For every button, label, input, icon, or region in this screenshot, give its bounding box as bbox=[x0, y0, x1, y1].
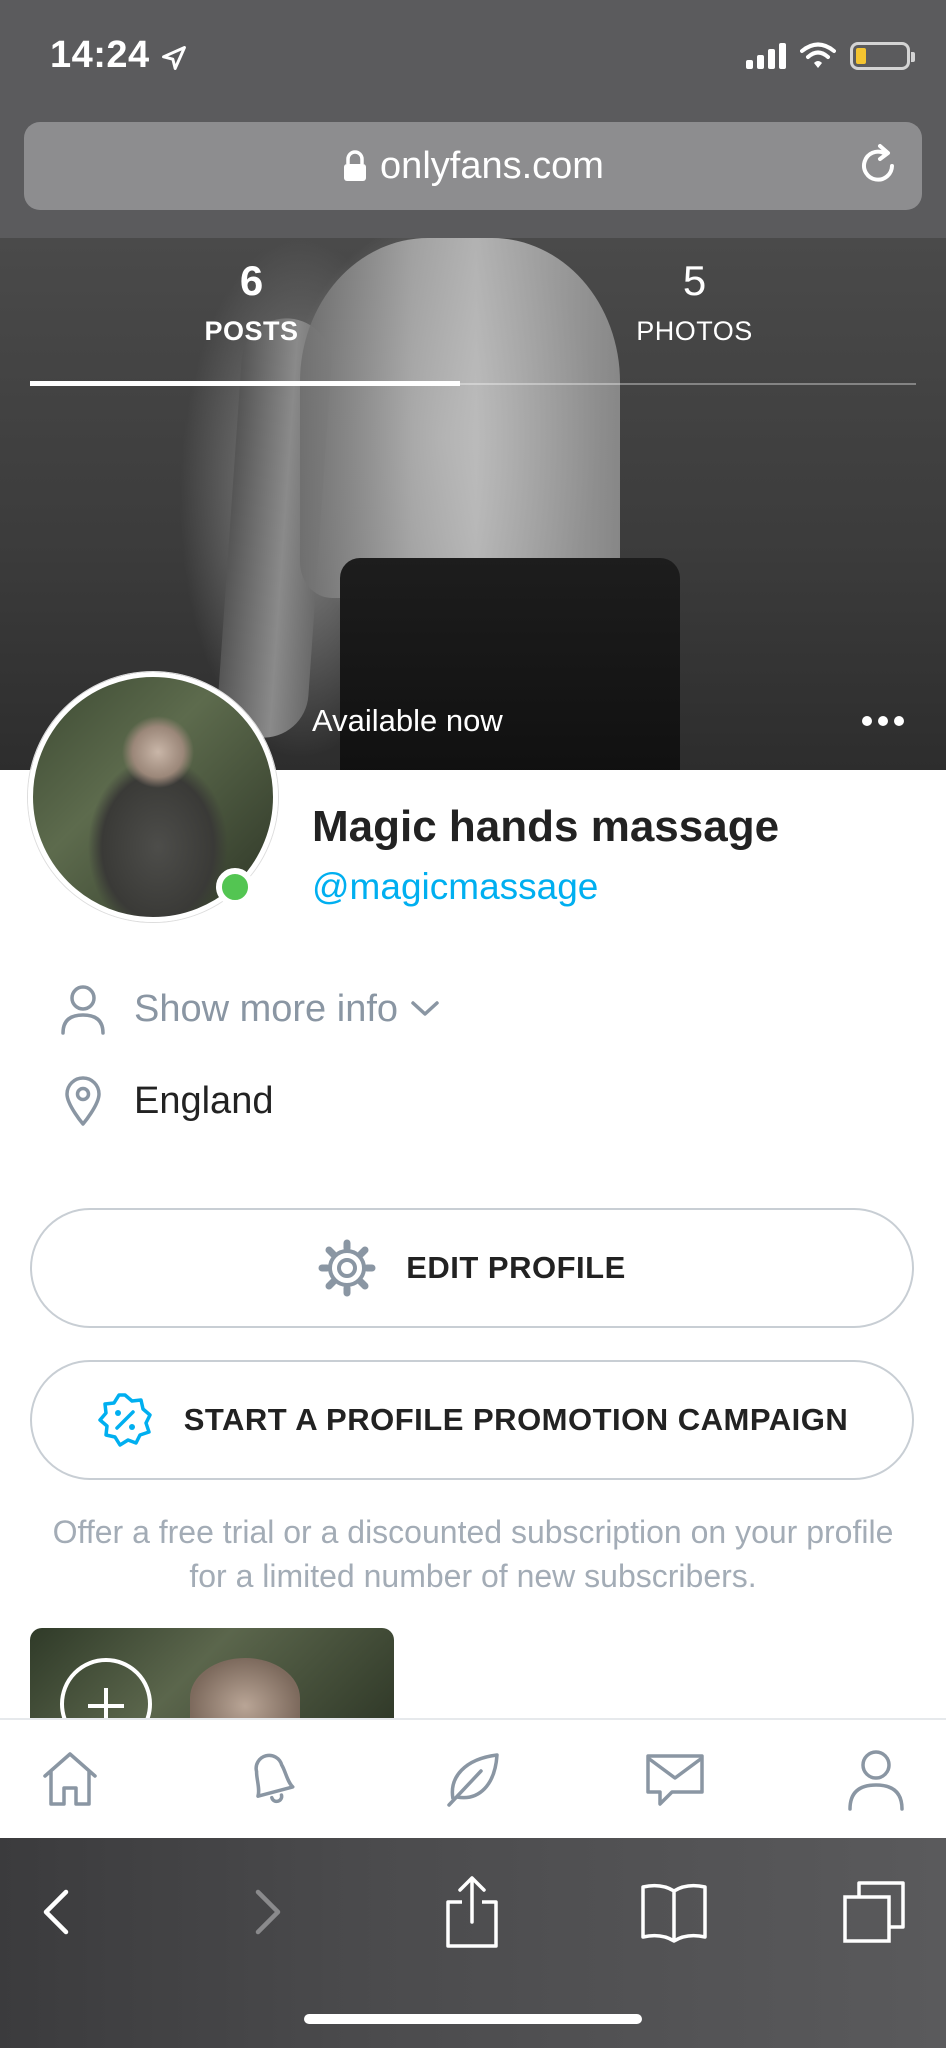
location-arrow-icon bbox=[162, 46, 186, 70]
battery-icon bbox=[850, 42, 915, 70]
home-indicator[interactable] bbox=[304, 2014, 642, 2024]
start-promotion-button[interactable]: START A PROFILE PROMOTION CAMPAIGN bbox=[30, 1360, 914, 1480]
tab-active-indicator bbox=[30, 381, 460, 386]
status-time: 14:24 bbox=[50, 34, 150, 76]
app-bottom-nav bbox=[0, 1718, 946, 1838]
add-icon[interactable] bbox=[60, 1658, 152, 1718]
discount-badge-icon bbox=[97, 1393, 152, 1447]
location-text: England bbox=[134, 1079, 274, 1122]
share-icon[interactable] bbox=[432, 1872, 512, 1952]
message-icon[interactable] bbox=[639, 1743, 711, 1815]
profile-name: Magic hands massage bbox=[312, 802, 780, 851]
thumbnail-photo bbox=[190, 1658, 300, 1718]
tab-posts[interactable]: 6 POSTS bbox=[30, 257, 473, 347]
bookmarks-icon[interactable] bbox=[634, 1872, 714, 1952]
status-indicators bbox=[746, 42, 915, 70]
show-more-info[interactable]: Show more info bbox=[58, 982, 440, 1036]
location-row: England bbox=[58, 1074, 273, 1128]
leaf-icon[interactable] bbox=[437, 1743, 509, 1815]
user-icon[interactable] bbox=[840, 1743, 912, 1815]
wifi-icon bbox=[800, 42, 836, 68]
edit-profile-button[interactable]: EDIT PROFILE bbox=[30, 1208, 914, 1328]
reload-icon[interactable] bbox=[854, 142, 902, 190]
home-icon[interactable] bbox=[34, 1743, 106, 1815]
safari-toolbar bbox=[0, 1838, 946, 2048]
url-text: onlyfans.com bbox=[380, 144, 604, 187]
online-status-dot bbox=[216, 868, 254, 906]
posts-count: 6 bbox=[239, 257, 264, 304]
bell-icon[interactable] bbox=[236, 1743, 308, 1815]
tab-photos[interactable]: 5 PHOTOS bbox=[473, 257, 916, 347]
photos-count: 5 bbox=[682, 257, 707, 304]
url-bar[interactable]: onlyfans.com bbox=[24, 122, 922, 210]
availability-status: Available now bbox=[312, 703, 503, 738]
photos-label: PHOTOS bbox=[636, 316, 753, 346]
forward-icon[interactable] bbox=[228, 1872, 308, 1952]
promotion-label: START A PROFILE PROMOTION CAMPAIGN bbox=[183, 1402, 849, 1437]
post-thumbnail[interactable] bbox=[30, 1628, 394, 1718]
edit-profile-label: EDIT PROFILE bbox=[406, 1250, 626, 1285]
lock-icon bbox=[344, 150, 367, 181]
posts-label: POSTS bbox=[204, 316, 299, 346]
back-icon[interactable] bbox=[16, 1872, 96, 1952]
more-options-icon[interactable] bbox=[862, 716, 904, 726]
user-icon bbox=[58, 982, 108, 1036]
promotion-description: Offer a free trial or a discounted subsc… bbox=[52, 1514, 894, 1594]
location-pin-icon bbox=[58, 1074, 108, 1128]
chevron-down-icon bbox=[411, 1001, 439, 1016]
show-more-label: Show more info bbox=[134, 987, 399, 1030]
profile-handle[interactable]: @magicmassage bbox=[312, 866, 598, 908]
signal-icon bbox=[746, 43, 786, 69]
gear-icon bbox=[318, 1239, 376, 1297]
profile-tabs: 6 POSTS 5 PHOTOS bbox=[30, 257, 916, 347]
tabs-icon[interactable] bbox=[834, 1872, 914, 1952]
browser-chrome: 14:24 onlyfans.com bbox=[0, 0, 946, 238]
